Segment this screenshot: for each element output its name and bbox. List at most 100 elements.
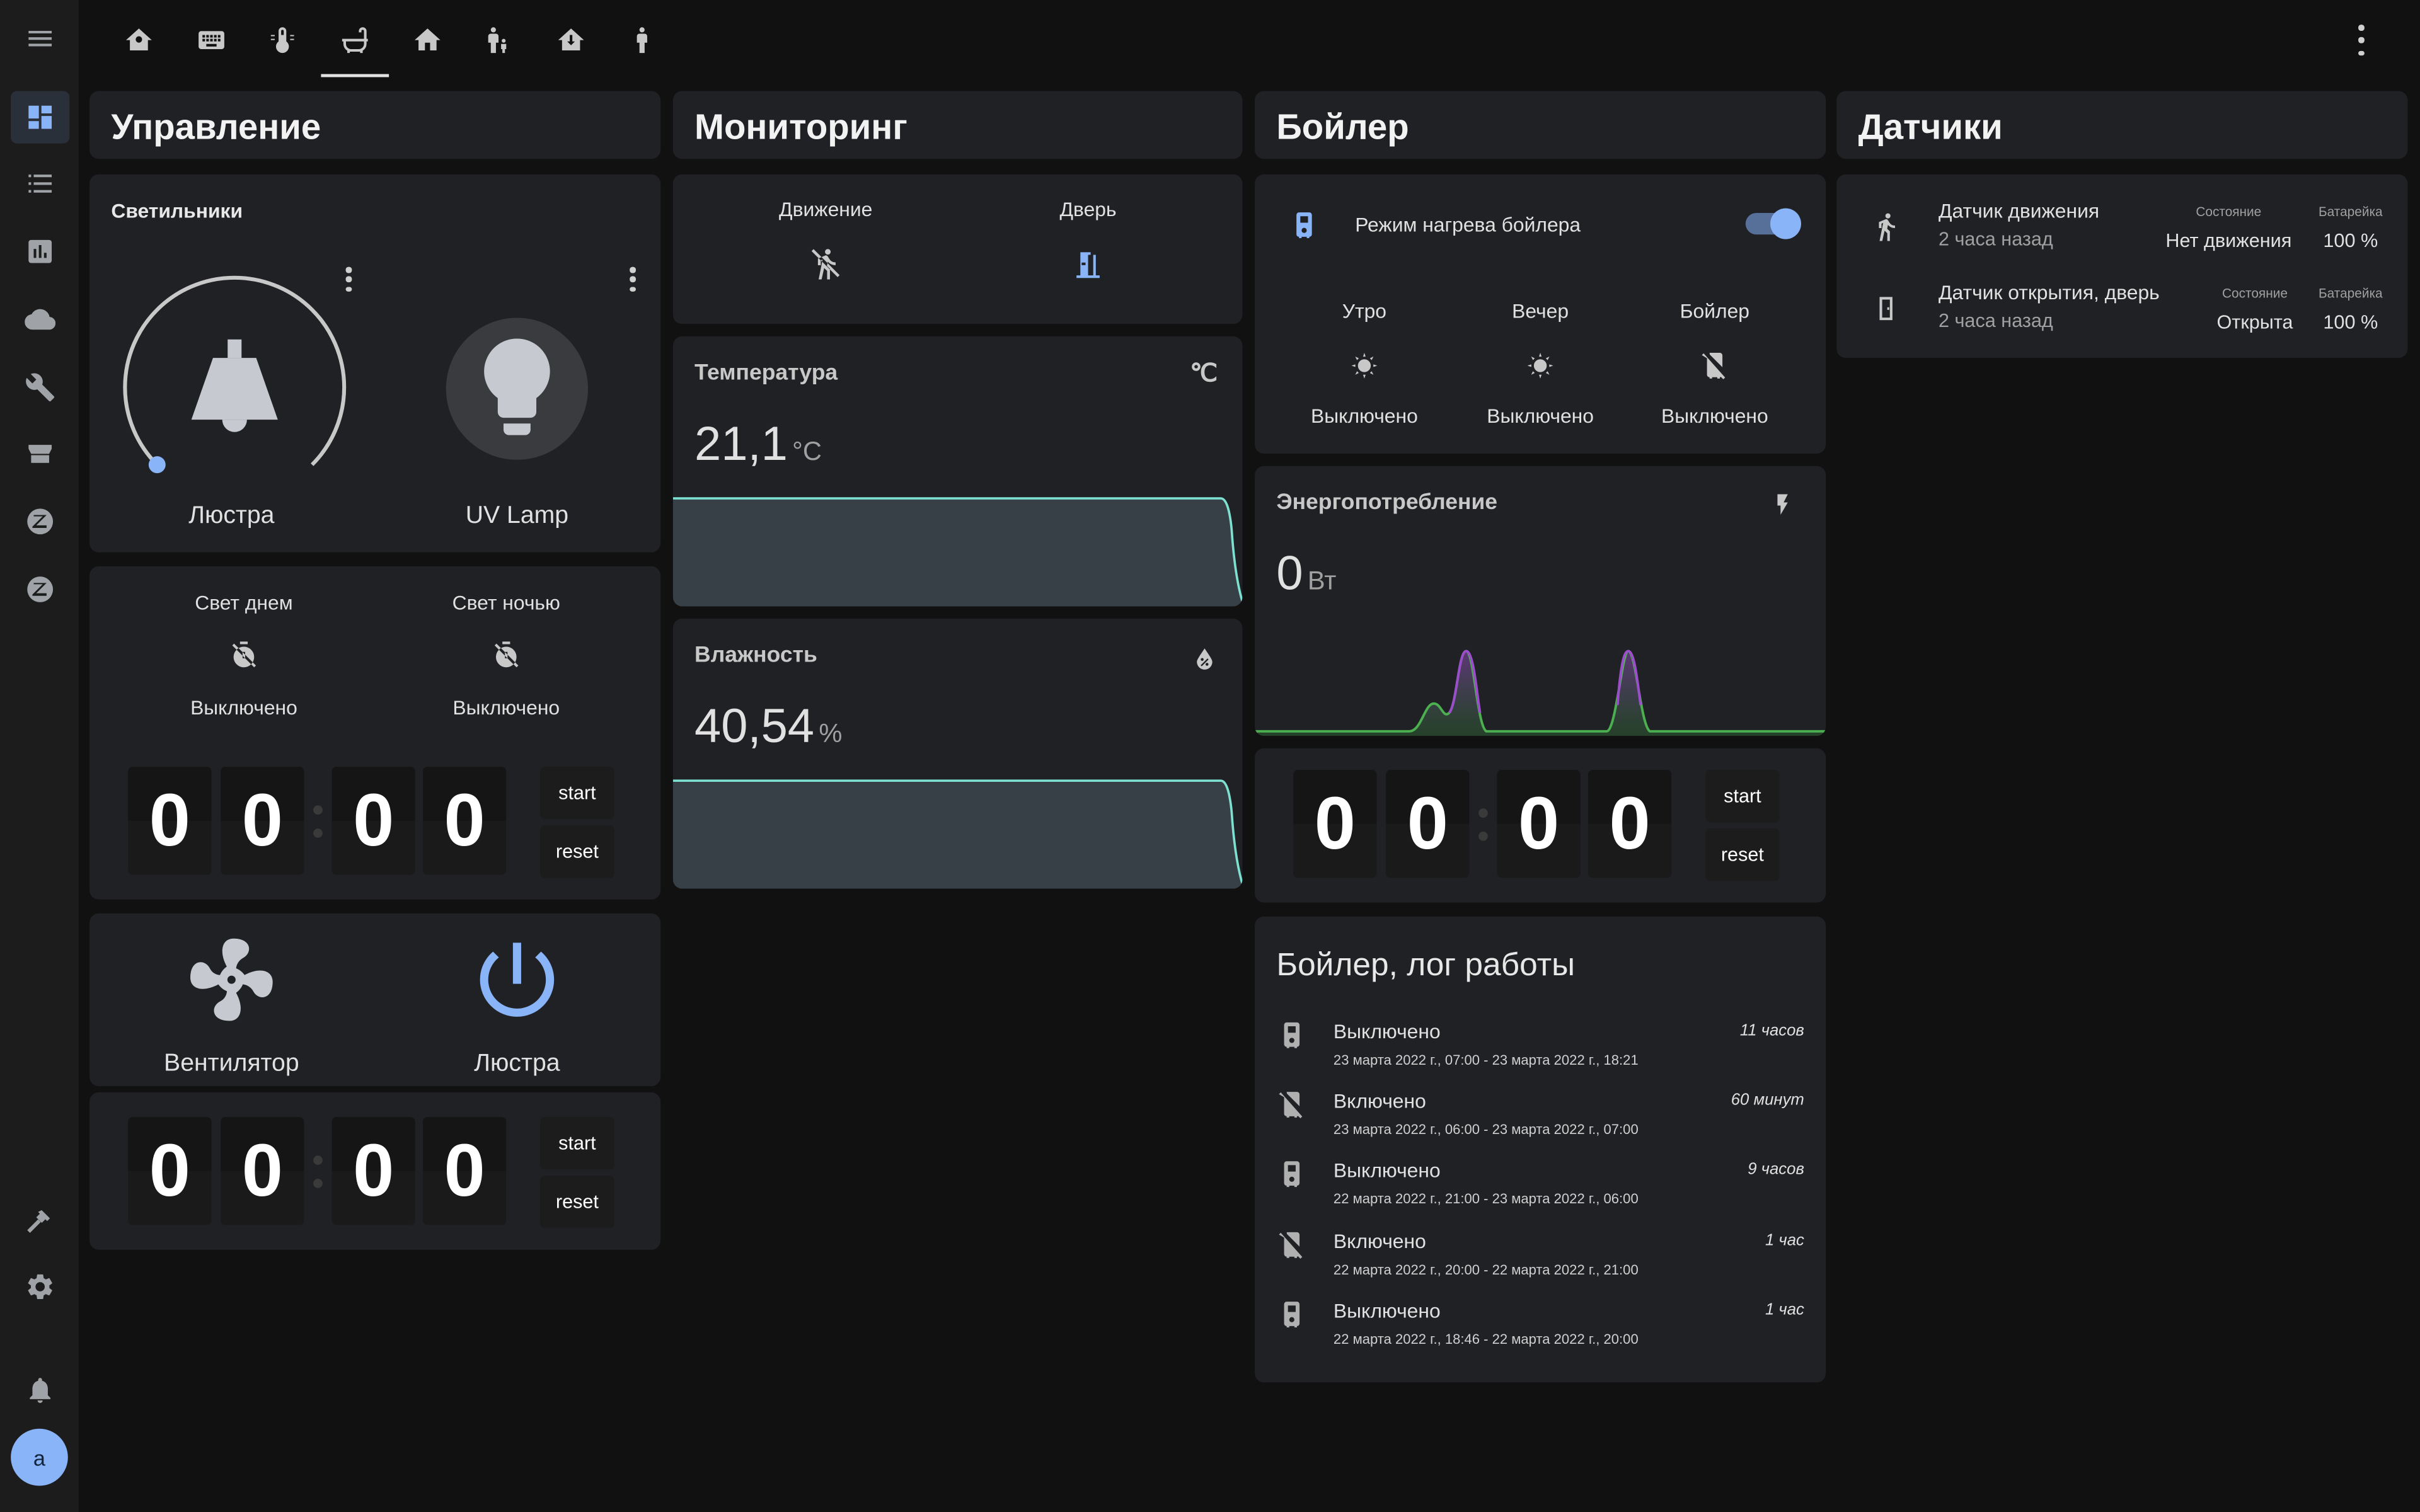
zigbee2-icon[interactable] xyxy=(11,563,69,616)
tab-home-import[interactable] xyxy=(537,9,605,71)
log-time: 23 марта 2022 г., 06:00 - 23 марта 2022 … xyxy=(1333,1121,1639,1137)
menu-icon[interactable] xyxy=(11,13,69,65)
day-light-state: Выключено xyxy=(190,696,297,719)
dashboard-icon[interactable] xyxy=(11,91,70,144)
sensor-state-label: Состояние xyxy=(2196,203,2262,219)
fan-icon[interactable] xyxy=(182,931,281,1029)
timer3-reset-button[interactable]: reset xyxy=(1705,828,1780,881)
boiler-log-title: Бойлер, лог работы xyxy=(1276,947,1576,983)
control-title-card: Управление xyxy=(89,91,661,159)
timer1-digit: 0 xyxy=(331,767,415,875)
wrench-icon[interactable] xyxy=(11,361,69,413)
timer2-colon xyxy=(312,1142,325,1202)
light-modes-card: Свет днем Выключено Свет ночью Выключено… xyxy=(89,566,661,900)
timer-off-icon[interactable] xyxy=(488,637,525,674)
chandelier2-label: Люстра xyxy=(474,1050,560,1077)
boiler-log-card: Бойлер, лог работы Выключено 23 марта 20… xyxy=(1255,916,1826,1383)
column-title-sensors: Датчики xyxy=(1858,106,2003,147)
uv-lamp-more-icon[interactable] xyxy=(620,266,645,292)
sensors-title-card: Датчики xyxy=(1836,91,2408,159)
timer3-colon xyxy=(1477,794,1490,855)
door-open-icon[interactable] xyxy=(1069,245,1107,282)
tab-bathtub[interactable] xyxy=(321,9,389,77)
motion-sensor-off-icon[interactable] xyxy=(807,245,844,282)
sun-clock-icon[interactable] xyxy=(1522,347,1559,384)
cloud-icon[interactable] xyxy=(11,293,69,345)
log-time: 22 марта 2022 г., 21:00 - 23 марта 2022 … xyxy=(1333,1191,1639,1207)
log-entry[interactable]: Выключено 22 марта 2022 г., 18:46 - 22 м… xyxy=(1276,1299,1804,1361)
sun-clock-icon[interactable] xyxy=(1346,347,1383,384)
boiler-mode-toggle[interactable] xyxy=(1745,208,1801,239)
timer-off-icon[interactable] xyxy=(226,637,263,674)
evening-state: Выключено xyxy=(1487,404,1594,428)
timer1-start-button[interactable]: start xyxy=(540,767,614,820)
chandelier-brightness-dial[interactable] xyxy=(111,267,358,498)
chandelier-more-icon[interactable] xyxy=(337,266,361,292)
door-icon xyxy=(1879,297,1893,321)
night-light-label: Свет ночью xyxy=(452,590,560,614)
humidity-card[interactable]: Влажность 40,54% xyxy=(672,619,1243,889)
timer2-digit: 0 xyxy=(128,1117,212,1225)
timer2-reset-button[interactable]: reset xyxy=(540,1176,614,1228)
timer2-start-button[interactable]: start xyxy=(540,1117,614,1170)
log-duration: 1 час xyxy=(1765,1231,1804,1250)
morning-state: Выключено xyxy=(1311,404,1418,428)
fan-card: Вентилятор Люстра xyxy=(89,913,661,1087)
column-title-monitoring: Мониторинг xyxy=(694,106,908,147)
dial-knob[interactable] xyxy=(148,456,166,474)
temperature-card[interactable]: Температура ℃ 21,1 °C xyxy=(672,336,1243,607)
tab-home-outline[interactable] xyxy=(105,9,173,71)
tab-human-male-child[interactable] xyxy=(464,9,533,71)
timer1-digit: 0 xyxy=(128,767,212,875)
log-entry[interactable]: Выключено 23 марта 2022 г., 07:00 - 23 м… xyxy=(1276,1020,1804,1082)
monitoring-title-card: Мониторинг xyxy=(672,91,1243,159)
timer1-digit: 0 xyxy=(423,767,507,875)
log-duration: 1 час xyxy=(1765,1300,1804,1319)
timer3-digit: 0 xyxy=(1386,770,1470,878)
power-icon[interactable] xyxy=(468,931,567,1029)
bell-icon[interactable] xyxy=(11,1364,69,1416)
timer1-reset-button[interactable]: reset xyxy=(540,825,614,878)
temperature-name: Температура xyxy=(694,361,838,386)
log-entry[interactable]: Выключено 22 марта 2022 г., 21:00 - 23 м… xyxy=(1276,1159,1804,1220)
timer3-digit: 0 xyxy=(1293,770,1377,878)
sensor-row-motion[interactable]: Датчик движения 2 часа назад Состояние Н… xyxy=(1836,186,2407,266)
tab-home[interactable] xyxy=(393,9,461,71)
hammer-icon[interactable] xyxy=(11,1194,69,1247)
flash-icon xyxy=(1777,494,1788,515)
tab-thermometer[interactable] xyxy=(248,9,316,71)
home-import-icon xyxy=(558,28,584,51)
timer2-digit: 0 xyxy=(331,1117,415,1225)
boiler-mode-card: Режим нагрева бойлера Утро Выключено Веч… xyxy=(1255,174,1826,454)
chart-icon[interactable] xyxy=(11,226,69,278)
water-boiler-icon xyxy=(1276,1159,1307,1189)
list-icon[interactable] xyxy=(11,158,69,210)
log-entry[interactable]: Включено 23 марта 2022 г., 06:00 - 23 ма… xyxy=(1276,1089,1804,1151)
fan-label: Вентилятор xyxy=(164,1050,299,1077)
timer3-start-button[interactable]: start xyxy=(1705,770,1780,823)
tab-keyboard[interactable] xyxy=(178,9,246,71)
avatar[interactable]: a xyxy=(11,1428,68,1486)
timer3-card: 0 0 0 0 start reset xyxy=(1255,748,1826,903)
uv-lamp-button[interactable] xyxy=(446,318,589,460)
lightbulb-icon xyxy=(484,338,550,435)
water-boiler-icon xyxy=(1276,1299,1307,1330)
thermometer-celsius-icon: ℃ xyxy=(1190,361,1218,387)
gear-icon[interactable] xyxy=(11,1261,69,1313)
run-icon xyxy=(1879,213,1895,241)
timer2-digit: 0 xyxy=(221,1117,304,1225)
morning-label: Утро xyxy=(1342,299,1387,323)
hacs-icon[interactable] xyxy=(11,429,69,481)
column-title-control: Управление xyxy=(111,106,321,147)
sensor-state: Открыта xyxy=(2216,311,2293,333)
log-time: 23 марта 2022 г., 07:00 - 23 марта 2022 … xyxy=(1333,1052,1639,1068)
water-boiler-off-icon[interactable] xyxy=(1696,347,1733,384)
sensor-row-door[interactable]: Датчик открытия, дверь 2 часа назад Сост… xyxy=(1836,268,2407,348)
tab-human-child[interactable] xyxy=(608,9,676,71)
water-percent-icon xyxy=(1197,648,1213,670)
chandelier-label: Люстра xyxy=(188,503,275,530)
zigbee-icon[interactable] xyxy=(11,495,69,547)
overflow-menu-icon[interactable] xyxy=(2349,25,2373,56)
energy-card[interactable]: Энергопотребление 0 Вт xyxy=(1255,466,1826,736)
log-entry[interactable]: Включено 22 марта 2022 г., 20:00 - 22 ма… xyxy=(1276,1230,1804,1292)
